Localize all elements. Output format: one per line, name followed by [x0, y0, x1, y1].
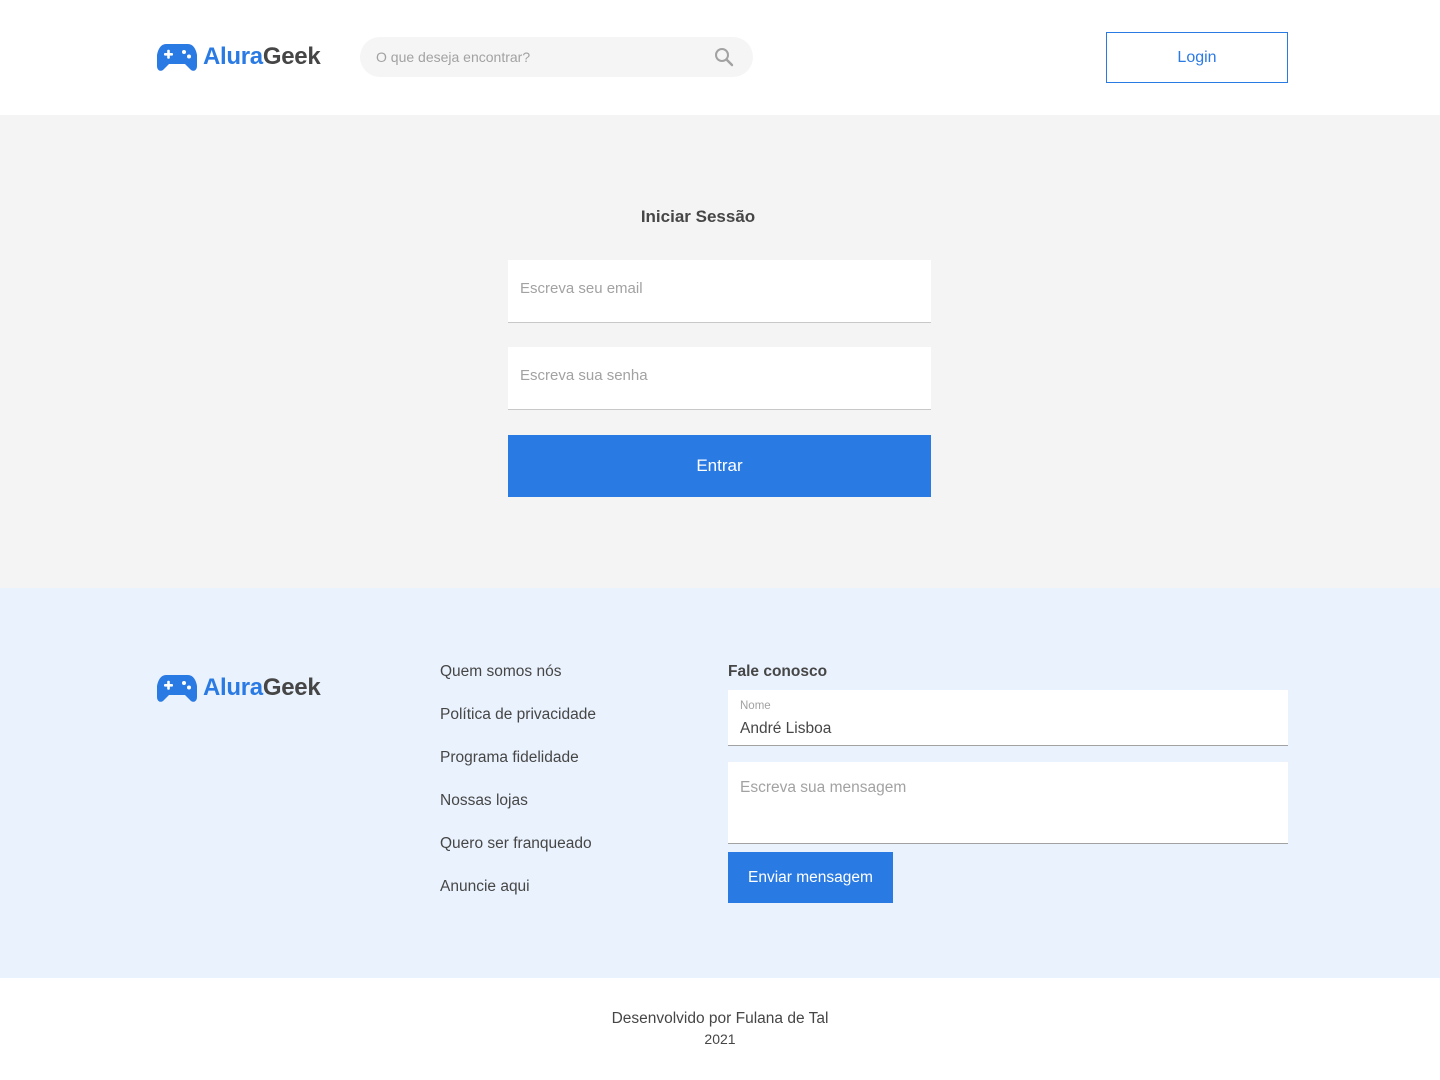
- login-section: Iniciar Sessão Entrar: [0, 115, 1440, 588]
- footer-logo[interactable]: AluraGeek: [157, 673, 321, 703]
- message-field[interactable]: [728, 762, 1288, 844]
- gamepad-icon: [157, 675, 197, 702]
- login-button[interactable]: Login: [1106, 32, 1288, 83]
- brand-name: AluraGeek: [203, 674, 321, 702]
- footer-link-privacy[interactable]: Política de privacidade: [440, 706, 596, 749]
- enter-button[interactable]: Entrar: [508, 435, 931, 497]
- search-bar: [360, 37, 753, 77]
- password-field[interactable]: [508, 347, 931, 409]
- name-field[interactable]: Nome André Lisboa: [728, 690, 1288, 746]
- contact-title: Fale conosco: [728, 663, 828, 680]
- footer-link-loyalty[interactable]: Programa fidelidade: [440, 749, 596, 792]
- footer-link-franchise[interactable]: Quero ser franqueado: [440, 835, 596, 878]
- search-input[interactable]: [376, 37, 706, 77]
- login-title: Iniciar Sessão: [640, 207, 756, 226]
- footer-link-advertise[interactable]: Anuncie aqui: [440, 878, 596, 921]
- developer-credit: Desenvolvido por Fulana de Tal: [611, 1010, 829, 1027]
- header-logo[interactable]: AluraGeek: [157, 42, 321, 72]
- send-message-button[interactable]: Enviar mensagem: [728, 852, 893, 903]
- brand-name-part1: Alura: [203, 43, 263, 70]
- search-icon[interactable]: [714, 47, 734, 67]
- email-field-container: [508, 260, 931, 323]
- brand-name: AluraGeek: [203, 43, 321, 71]
- email-field[interactable]: [508, 260, 931, 322]
- site-footer: AluraGeek Quem somos nós Política de pri…: [0, 588, 1440, 978]
- credit-year: 2021: [704, 1031, 736, 1047]
- name-field-value[interactable]: André Lisboa: [740, 720, 831, 738]
- site-header: AluraGeek Login: [0, 0, 1440, 115]
- password-field-container: [508, 347, 931, 410]
- brand-name-part2: Geek: [262, 43, 321, 70]
- credits: Desenvolvido por Fulana de Tal 2021: [0, 978, 1440, 1080]
- brand-name-part1: Alura: [203, 674, 263, 701]
- footer-link-stores[interactable]: Nossas lojas: [440, 792, 596, 835]
- gamepad-icon: [157, 44, 197, 71]
- brand-name-part2: Geek: [262, 674, 321, 701]
- name-field-label: Nome: [740, 700, 771, 712]
- footer-links: Quem somos nós Política de privacidade P…: [440, 663, 596, 921]
- footer-link-about[interactable]: Quem somos nós: [440, 663, 596, 706]
